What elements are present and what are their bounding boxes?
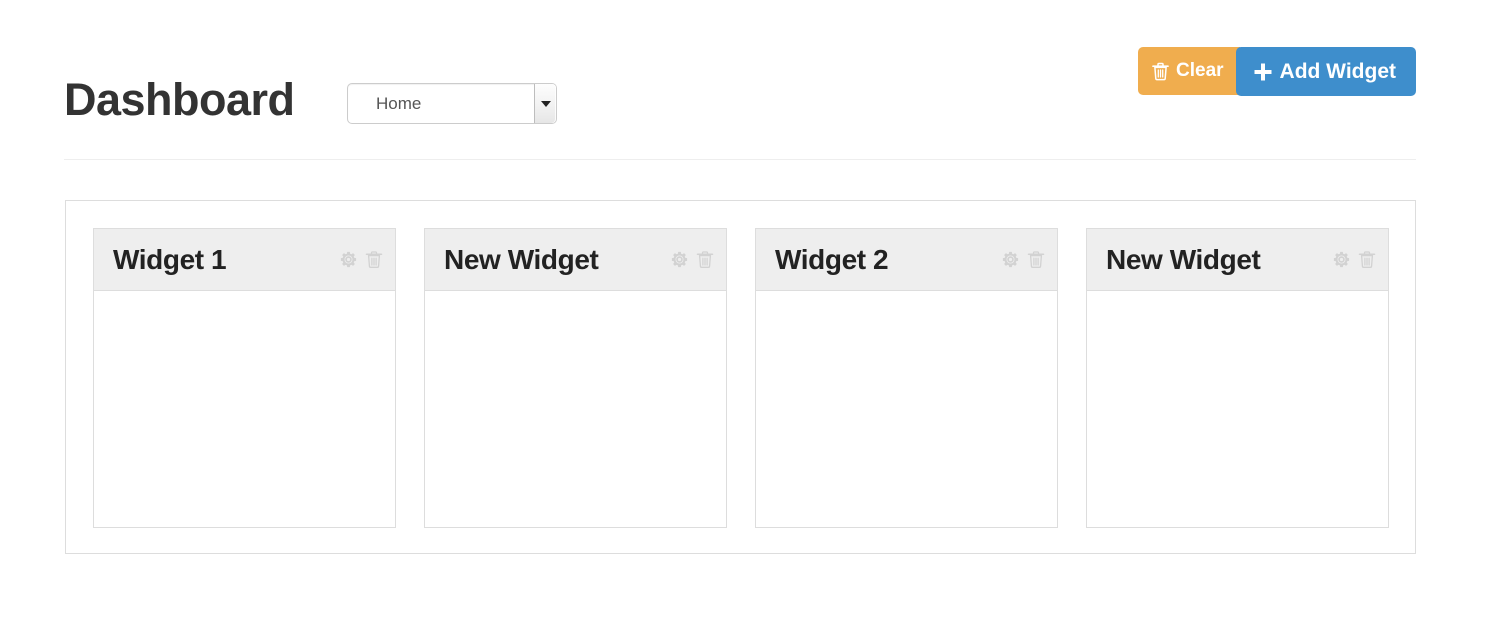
clear-button[interactable]: Clear <box>1138 47 1240 95</box>
widget-title: New Widget <box>1106 243 1261 275</box>
widget-header: New Widget <box>425 229 726 291</box>
dashboard-selector[interactable]: Home <box>347 83 557 124</box>
page-title: Dashboard <box>64 74 295 125</box>
dashboard-page: Dashboard Home Clear Add Widget Widget 1… <box>0 0 1500 627</box>
widgets-row: Widget 1 New Widget Widget 2 New Widget <box>93 228 1389 528</box>
widget-actions <box>1332 250 1376 269</box>
widget-title: Widget 2 <box>775 243 889 275</box>
trash-icon <box>1152 62 1169 81</box>
widget-title: Widget 1 <box>113 243 227 275</box>
widget-header: New Widget <box>1087 229 1388 291</box>
trash-icon[interactable] <box>1358 250 1376 269</box>
widget-header: Widget 2 <box>756 229 1057 291</box>
gear-icon[interactable] <box>670 250 689 269</box>
clear-button-label: Clear <box>1176 60 1224 81</box>
widget-actions <box>339 250 383 269</box>
widget-title: New Widget <box>444 243 599 275</box>
trash-icon[interactable] <box>1027 250 1045 269</box>
widget-card[interactable]: New Widget <box>424 228 727 528</box>
trash-icon[interactable] <box>365 250 383 269</box>
dashboard-select[interactable]: Home <box>347 83 557 124</box>
widget-header: Widget 1 <box>94 229 395 291</box>
widget-card[interactable]: Widget 2 <box>755 228 1058 528</box>
widget-body <box>1087 291 1388 527</box>
gear-icon[interactable] <box>1332 250 1351 269</box>
widget-actions <box>1001 250 1045 269</box>
widget-card[interactable]: Widget 1 <box>93 228 396 528</box>
widget-body <box>94 291 395 527</box>
widget-actions <box>670 250 714 269</box>
page-header: Dashboard Home Clear Add Widget <box>0 0 1500 160</box>
widgets-container: Widget 1 New Widget Widget 2 New Widget <box>65 200 1416 554</box>
gear-icon[interactable] <box>339 250 358 269</box>
trash-icon[interactable] <box>696 250 714 269</box>
header-divider <box>64 159 1416 160</box>
add-widget-button-label: Add Widget <box>1279 59 1396 83</box>
toolbar: Clear Add Widget <box>1138 47 1416 96</box>
add-widget-button[interactable]: Add Widget <box>1235 47 1416 96</box>
widget-body <box>756 291 1057 527</box>
plus-icon <box>1253 62 1273 82</box>
gear-icon[interactable] <box>1001 250 1020 269</box>
widget-card[interactable]: New Widget <box>1086 228 1389 528</box>
widget-body <box>425 291 726 527</box>
